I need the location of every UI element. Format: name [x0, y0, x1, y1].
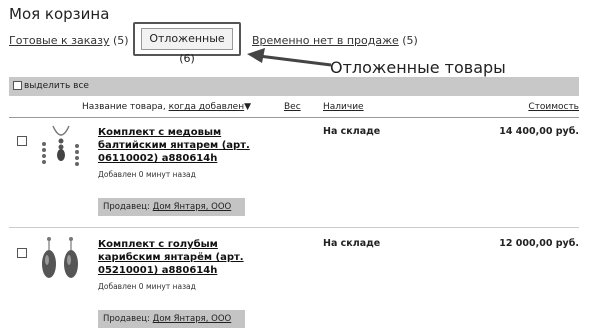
tab-unavailable-count: (5): [402, 34, 418, 47]
item-seller-box: Продавец: Дом Янтаря, ООО: [98, 310, 245, 328]
item-price: 14 400,00 руб.: [499, 126, 579, 137]
header-name: Название товара, когда добавлен▼: [82, 102, 251, 112]
item-availability: На складе: [323, 126, 381, 137]
tab-ready-label[interactable]: Готовые к заказу: [9, 34, 109, 47]
header-divider: [9, 117, 579, 118]
item-checkbox[interactable]: [17, 248, 27, 258]
tab-unavailable[interactable]: Временно нет в продаже (5): [252, 34, 418, 47]
page-title: Моя корзина: [9, 5, 110, 23]
item-divider: [9, 227, 579, 228]
cart-item: Комплект с голубым карибским янтарём (ар…: [9, 232, 579, 329]
seller-prefix: Продавец:: [103, 314, 150, 324]
item-seller-box: Продавец: Дом Янтаря, ООО: [98, 198, 245, 216]
header-weight[interactable]: Вес: [284, 102, 301, 112]
item-title-link[interactable]: Комплект с голубым карибским янтарём (ар…: [98, 238, 268, 277]
annotation-arrow-icon: [247, 48, 332, 67]
annotation-label: Отложенные товары: [330, 58, 506, 77]
tab-deferred[interactable]: Отложенные (6): [141, 28, 233, 65]
tab-ready-count: (5): [112, 34, 129, 47]
seller-link[interactable]: Дом Янтаря, ООО: [153, 314, 232, 324]
earrings-thumbnail[interactable]: [35, 234, 85, 282]
table-header: Название товара, когда добавлен▼ Вес Нал…: [9, 102, 579, 116]
jewelry-set-thumbnail[interactable]: [35, 122, 85, 170]
item-price: 12 000,00 руб.: [499, 238, 579, 249]
item-added-time: Добавлен 0 минут назад: [98, 170, 196, 179]
select-all-label[interactable]: выделить все: [24, 81, 89, 91]
tab-ready[interactable]: Готовые к заказу (5): [9, 34, 129, 47]
header-price[interactable]: Стоимость: [528, 102, 579, 112]
seller-prefix: Продавец:: [103, 202, 150, 212]
tab-deferred-highlight: Отложенные (6): [133, 22, 241, 65]
header-name-label: Название товара,: [82, 102, 166, 112]
select-all-checkbox[interactable]: [13, 81, 22, 90]
cart-item: Комплект с медовым балтийским янтарем (а…: [9, 120, 579, 230]
seller-link[interactable]: Дом Янтаря, ООО: [153, 202, 232, 212]
item-added-time: Добавлен 0 минут назад: [98, 282, 196, 291]
sort-arrow-icon[interactable]: ▼: [244, 102, 251, 112]
header-added-sort[interactable]: когда добавлен: [169, 102, 245, 112]
header-availability[interactable]: Наличие: [323, 102, 364, 112]
item-title-link[interactable]: Комплект с медовым балтийским янтарем (а…: [98, 126, 268, 165]
item-availability: На складе: [323, 238, 381, 249]
select-all-bar: выделить все: [9, 77, 579, 96]
tab-unavailable-label[interactable]: Временно нет в продаже: [252, 34, 399, 47]
item-checkbox[interactable]: [17, 136, 27, 146]
